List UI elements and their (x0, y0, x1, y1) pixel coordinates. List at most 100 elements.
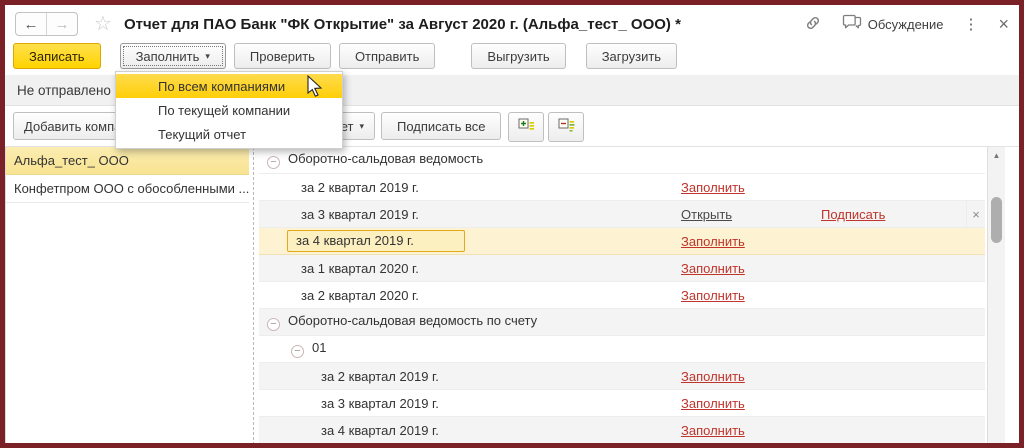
chevron-down-icon: ▾ (359, 121, 364, 132)
report-row-name: за 2 квартал 2019 г. (259, 180, 681, 195)
collapse-group-icon[interactable]: − (267, 318, 280, 331)
fill-menu-item[interactable]: По текущей компании (116, 98, 342, 122)
report-row-name: −Оборотно-сальдовая ведомость по счету (259, 313, 985, 331)
action-cell: Заполнить (681, 234, 821, 249)
add-company-button[interactable]: Добавить компа (13, 112, 125, 140)
fill-menu-item[interactable]: Текущий отчет (116, 122, 342, 146)
discussion-button[interactable]: Обсуждение (842, 14, 944, 35)
report-row-name: за 3 квартал 2019 г. (259, 396, 681, 411)
expand-all-icon (518, 118, 535, 137)
selected-cell: за 4 квартал 2019 г. (287, 230, 465, 252)
report-row[interactable]: за 2 квартал 2019 г. Заполнить (259, 363, 985, 390)
action-cell: Заполнить (681, 369, 821, 384)
fill-link[interactable]: Заполнить (681, 180, 745, 195)
report-row[interactable]: за 3 квартал 2019 г. Открыть Подписать × (259, 201, 985, 228)
collapse-group-icon[interactable]: − (291, 345, 304, 358)
right-gap (1005, 147, 1019, 445)
fill-link[interactable]: Заполнить (681, 288, 745, 303)
check-button[interactable]: Проверить (234, 43, 331, 69)
row-close-cell: × (966, 201, 985, 227)
row-label: за 3 квартал 2019 г. (321, 396, 439, 411)
collapse-all-icon (558, 118, 575, 137)
collapse-group-icon[interactable]: − (267, 156, 280, 169)
report-row-name: за 2 квартал 2020 г. (259, 288, 681, 303)
report-row-name: за 4 квартал 2019 г. (259, 423, 681, 438)
company-list-item[interactable]: Альфа_тест_ ООО (6, 147, 249, 175)
group-label: Оборотно-сальдовая ведомость (288, 151, 483, 166)
row-label: за 3 квартал 2019 г. (301, 207, 419, 222)
fill-link[interactable]: Заполнить (681, 396, 745, 411)
collapse-all-groups-button[interactable] (548, 112, 584, 142)
expand-all-groups-button[interactable] (508, 112, 544, 142)
report-group-row[interactable]: −Оборотно-сальдовая ведомость (259, 147, 985, 174)
company-name: Конфетпром ООО с обособленными ... (14, 181, 249, 196)
row-label: за 4 квартал 2019 г. (321, 423, 439, 438)
scroll-up-icon[interactable]: ▲ (988, 147, 1005, 163)
company-name: Альфа_тест_ ООО (14, 153, 129, 168)
sign-link[interactable]: Подписать (821, 207, 885, 222)
fill-dropdown-menu: По всем компаниямиПо текущей компанииТек… (115, 71, 343, 149)
close-icon[interactable]: × (998, 15, 1009, 33)
discussion-icon (842, 14, 862, 35)
company-list-item[interactable]: Конфетпром ООО с обособленными ... (6, 175, 249, 203)
vertical-scrollbar[interactable]: ▲ (987, 147, 1005, 445)
report-row-name: −Оборотно-сальдовая ведомость (259, 151, 985, 169)
save-button[interactable]: Записать (13, 43, 101, 69)
main-area: Альфа_тест_ ООО Конфетпром ООО с обособле… (5, 146, 1019, 445)
discussion-label: Обсуждение (868, 17, 944, 32)
action-cell: Открыть (681, 207, 821, 222)
report-group-row[interactable]: −01 (259, 336, 985, 363)
group-label: Оборотно-сальдовая ведомость по счету (288, 313, 537, 328)
favorite-star-icon[interactable]: ☆ (94, 14, 112, 34)
report-row[interactable]: за 2 квартал 2019 г. Заполнить (259, 174, 985, 201)
kebab-menu-icon[interactable]: ⋮ (963, 15, 978, 33)
company-list: Альфа_тест_ ООО Конфетпром ООО с обособле… (5, 147, 249, 445)
report-row[interactable]: за 4 квартал 2019 г. Заполнить (259, 417, 985, 444)
report-row[interactable]: за 4 квартал 2019 г. Заполнить (259, 228, 985, 255)
forward-button[interactable]: → (46, 13, 77, 35)
back-button[interactable]: ← (16, 13, 46, 35)
action-cell: Заполнить (681, 396, 821, 411)
send-button[interactable]: Отправить (339, 43, 435, 69)
page-title: Отчет для ПАО Банк "ФК Открытие" за Авгу… (124, 16, 681, 33)
report-row-name: −01 (259, 340, 985, 358)
row-close-cell (966, 228, 985, 254)
report-row[interactable]: за 3 квартал 2019 г. Заполнить (259, 390, 985, 417)
report-row-name: за 3 квартал 2019 г. (259, 207, 681, 222)
chevron-down-icon: ▾ (205, 51, 210, 62)
sign-all-button[interactable]: Подписать все (381, 112, 501, 140)
report-row-name: за 1 квартал 2020 г. (259, 261, 681, 276)
link-icon[interactable] (804, 14, 822, 35)
panel-splitter[interactable] (249, 147, 259, 445)
group-label: 01 (312, 340, 326, 355)
report-group-row[interactable]: −Оборотно-сальдовая ведомость по счету (259, 309, 985, 336)
report-row[interactable]: за 2 квартал 2020 г.Заполнить (259, 282, 985, 309)
report-row-name: за 4 квартал 2019 г. (259, 230, 681, 252)
scrollbar-thumb[interactable] (991, 197, 1002, 243)
fill-link[interactable]: Заполнить (681, 234, 745, 249)
export-button[interactable]: Выгрузить (471, 43, 565, 69)
fill-link[interactable]: Заполнить (681, 369, 745, 384)
row-label: за 2 квартал 2019 г. (321, 369, 439, 384)
status-text: Не отправлено (17, 83, 111, 98)
open-link[interactable]: Открыть (681, 207, 732, 222)
import-button[interactable]: Загрузить (586, 43, 677, 69)
fill-menu-item[interactable]: По всем компаниями (116, 74, 342, 98)
action-cell-2: Подписать (821, 207, 966, 222)
report-row-name: за 2 квартал 2019 г. (259, 369, 681, 384)
row-close-cell (966, 417, 985, 443)
report-rows: −Оборотно-сальдовая ведомостьза 2 кварта… (259, 147, 985, 445)
fill-dropdown-button[interactable]: Заполнить▾ (120, 43, 226, 69)
report-row[interactable]: за 1 квартал 2020 г. Заполнить (259, 255, 985, 282)
row-label: за 1 квартал 2020 г. (301, 261, 419, 276)
fill-link[interactable]: Заполнить (681, 423, 745, 438)
action-cell: Заполнить (681, 288, 821, 303)
window-header: ← → ☆ Отчет для ПАО Банк "ФК Открытие" з… (5, 5, 1019, 43)
row-close-cell (966, 255, 985, 281)
row-close-icon[interactable]: × (972, 207, 980, 222)
row-label: за 2 квартал 2019 г. (301, 180, 419, 195)
action-cell: Заполнить (681, 180, 821, 195)
row-close-cell (966, 363, 985, 389)
fill-link[interactable]: Заполнить (681, 261, 745, 276)
row-close-cell (966, 174, 985, 200)
